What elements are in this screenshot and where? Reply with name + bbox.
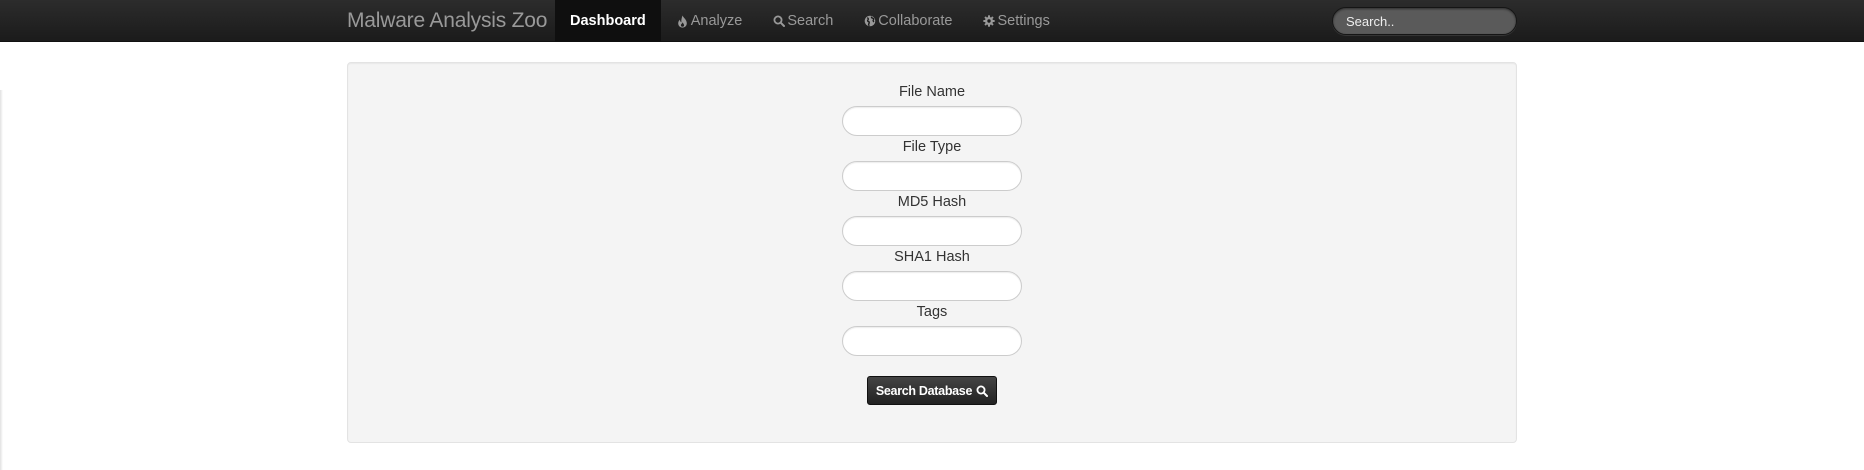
brand-link[interactable]: Malware Analysis Zoo <box>347 0 547 42</box>
search-icon <box>976 385 989 397</box>
top-navbar: Malware Analysis Zoo Dashboard Analyze S… <box>0 0 1864 42</box>
navbar-container: Malware Analysis Zoo Dashboard Analyze S… <box>347 0 1517 42</box>
md5-hash-label: MD5 Hash <box>897 194 967 210</box>
nav-item-search[interactable]: Search <box>757 0 848 42</box>
search-database-label: Search Database <box>875 383 973 398</box>
sha1-hash-group: SHA1 Hash <box>842 247 1022 301</box>
fire-icon <box>676 15 689 28</box>
globe-icon <box>863 15 876 28</box>
file-type-label: File Type <box>902 139 962 155</box>
search-icon <box>772 15 785 28</box>
file-type-input[interactable] <box>842 161 1022 191</box>
nav-item-analyze[interactable]: Analyze <box>661 0 758 42</box>
navbar-search-input[interactable] <box>1332 7 1517 35</box>
md5-hash-input[interactable] <box>842 216 1022 246</box>
md5-hash-group: MD5 Hash <box>842 192 1022 246</box>
tags-label: Tags <box>916 304 948 320</box>
nav-item-label: Settings <box>997 13 1050 29</box>
nav-item-collaborate[interactable]: Collaborate <box>848 0 967 42</box>
nav-item-dashboard[interactable]: Dashboard <box>555 0 661 42</box>
tags-input[interactable] <box>842 326 1022 356</box>
file-name-input[interactable] <box>842 106 1022 136</box>
sha1-hash-input[interactable] <box>842 271 1022 301</box>
nav-item-label: Collaborate <box>878 13 953 29</box>
main-nav: Dashboard Analyze Search Collaborate Set… <box>555 0 1065 42</box>
file-name-label: File Name <box>898 84 966 100</box>
sha1-hash-label: SHA1 Hash <box>894 249 970 265</box>
file-type-group: File Type <box>842 137 1022 191</box>
page-edge-shadow <box>0 90 3 470</box>
nav-item-settings[interactable]: Settings <box>967 0 1064 42</box>
nav-item-label: Dashboard <box>570 13 646 29</box>
nav-item-label: Analyze <box>690 13 743 29</box>
nav-item-label: Search <box>787 13 834 29</box>
search-database-button[interactable]: Search Database <box>867 376 997 405</box>
gear-icon <box>982 15 995 28</box>
search-form-panel: File Name File Type MD5 Hash SHA1 Hash T… <box>347 62 1517 443</box>
file-name-group: File Name <box>842 82 1022 136</box>
tags-group: Tags <box>842 302 1022 356</box>
